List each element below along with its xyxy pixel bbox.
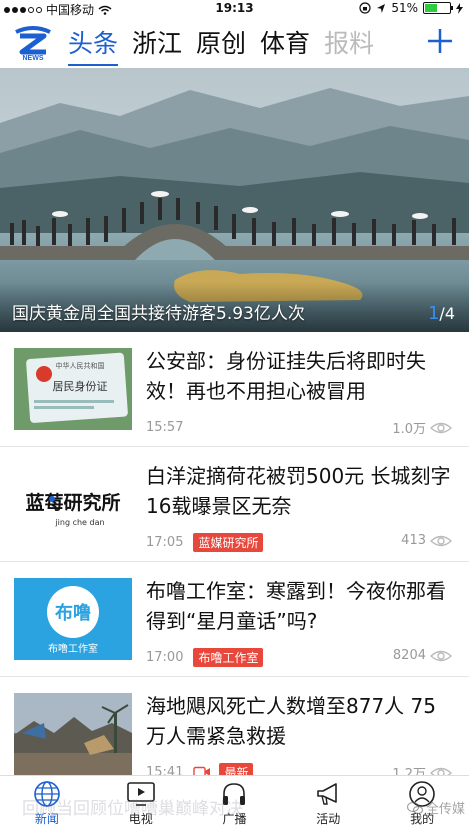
eye-icon	[430, 422, 452, 433]
battery-icon	[423, 2, 453, 14]
tv-icon	[126, 782, 155, 806]
hero-pager: 1/4	[428, 303, 455, 324]
view-count-text: 1.0万	[392, 422, 426, 437]
news-time: 17:00	[146, 649, 184, 665]
location-icon	[377, 3, 386, 13]
news-item[interactable]: 蓝莓研究所 jing che dan 白洋淀摘荷花被罚500元 长城刻字16载曝…	[0, 447, 469, 562]
hero-page-total: /4	[439, 304, 455, 323]
news-thumbnail: 中华人民共和国 居民身份证	[14, 348, 132, 430]
wechat-watermark: 全传媒	[406, 798, 465, 817]
tab-zhejiang[interactable]: 浙江	[132, 24, 182, 66]
charging-icon	[456, 2, 463, 14]
news-list: 中华人民共和国 居民身份证 公安部：身份证挂失后将即时失效！再也不用担心被冒用 …	[0, 332, 469, 792]
hero-caption: 国庆黄金周全国共接待游客5.93亿人次	[12, 304, 305, 324]
view-count: 1.0万	[392, 418, 452, 437]
news-thumbnail: 布噜 布噜工作室	[14, 578, 132, 660]
add-channel-button[interactable]	[425, 26, 455, 56]
megaphone-icon	[317, 783, 338, 805]
news-title: 公安部：身份证挂失后将即时失效！再也不用担心被冒用	[146, 349, 426, 403]
news-title: 白洋淀摘荷花被罚500元 长城刻字16载曝景区无奈	[146, 464, 451, 518]
nav-radio-label: 广播	[222, 812, 247, 826]
status-bar: 中国移动 19:13 51%	[0, 0, 469, 18]
bottom-nav: 新闻 电视 广播 活动 我的 回顾当回顾位嘈嘈巢巅峰对决 全传媒	[0, 775, 469, 831]
view-count: 8204	[393, 648, 452, 663]
hero-page-current: 1	[427, 303, 440, 324]
wechat-icon	[406, 801, 423, 814]
nav-radio[interactable]: 广播	[188, 776, 282, 831]
news-title: 海地飓风死亡人数增至877人 75万人需紧急救援	[146, 694, 436, 748]
channel-tabs: 头条 浙江 原创 体育 报料	[68, 24, 398, 66]
news-thumbnail: 蓝莓研究所 jing che dan	[14, 463, 132, 545]
nav-tv[interactable]: 电视	[94, 776, 188, 831]
nav-events[interactable]: 活动	[281, 776, 375, 831]
eye-icon	[430, 535, 452, 546]
news-meta: 15:57 1.0万	[146, 418, 452, 437]
battery-fill	[425, 4, 438, 12]
lock-rotation-icon	[359, 2, 371, 14]
thumb-card-title: 居民身份证	[53, 379, 108, 393]
eye-icon	[430, 650, 452, 661]
nav-events-label: 活动	[316, 812, 341, 826]
view-count-text: 413	[401, 533, 426, 548]
news-item[interactable]: 中华人民共和国 居民身份证 公安部：身份证挂失后将即时失效！再也不用担心被冒用 …	[0, 332, 469, 447]
source-tag[interactable]: 布噜工作室	[193, 647, 264, 667]
app-logo: NEWS	[15, 26, 51, 62]
tab-yuanchuang[interactable]: 原创	[196, 24, 246, 66]
wechat-label: 全传媒	[425, 802, 465, 817]
nav-tv-label: 电视	[128, 812, 153, 826]
news-title: 布噜工作室：寒露到！今夜你那看得到“星月童话”吗?	[146, 579, 446, 633]
view-count-text: 8204	[392, 648, 426, 663]
logo-text: NEWS	[23, 55, 44, 62]
thumb-logo-sub: jing che dan	[54, 518, 104, 527]
status-right: 51%	[359, 1, 463, 15]
nav-news[interactable]: 新闻	[0, 776, 94, 831]
bulu-logo-image: 布噜 布噜工作室	[14, 578, 132, 660]
thumb-logo-text: 蓝莓研究所	[25, 491, 120, 514]
id-card-image: 中华人民共和国 居民身份证	[14, 348, 132, 430]
news-meta: 17:05 蓝媒研究所 413	[146, 532, 452, 552]
tab-baoliao[interactable]: 报料	[324, 24, 374, 66]
nav-news-label: 新闻	[34, 812, 59, 826]
news-thumbnail	[14, 693, 132, 775]
view-count: 413	[401, 533, 452, 548]
globe-icon	[34, 781, 60, 807]
thumb-logo-text: 布噜	[55, 602, 91, 624]
hurricane-photo	[14, 693, 132, 775]
news-time: 15:57	[146, 419, 184, 435]
news-meta: 17:00 布噜工作室 8204	[146, 647, 452, 667]
battery-percent: 51%	[391, 1, 418, 15]
channel-header: NEWS 头条 浙江 原创 体育 报料	[0, 18, 469, 68]
lanmei-logo-image: 蓝莓研究所 jing che dan	[14, 463, 132, 545]
thumb-card-header: 中华人民共和国	[56, 361, 105, 370]
source-tag[interactable]: 蓝媒研究所	[193, 532, 264, 552]
tab-toutiao[interactable]: 头条	[68, 24, 119, 66]
news-item[interactable]: 布噜 布噜工作室 布噜工作室：寒露到！今夜你那看得到“星月童话”吗? 17:00…	[0, 562, 469, 677]
hero-banner[interactable]: 国庆黄金周全国共接待游客5.93亿人次 1/4	[0, 68, 469, 332]
thumb-logo-sub: 布噜工作室	[48, 642, 98, 655]
headphones-icon	[223, 783, 246, 805]
news-time: 17:05	[146, 534, 184, 550]
tab-tiyu[interactable]: 体育	[260, 24, 310, 66]
